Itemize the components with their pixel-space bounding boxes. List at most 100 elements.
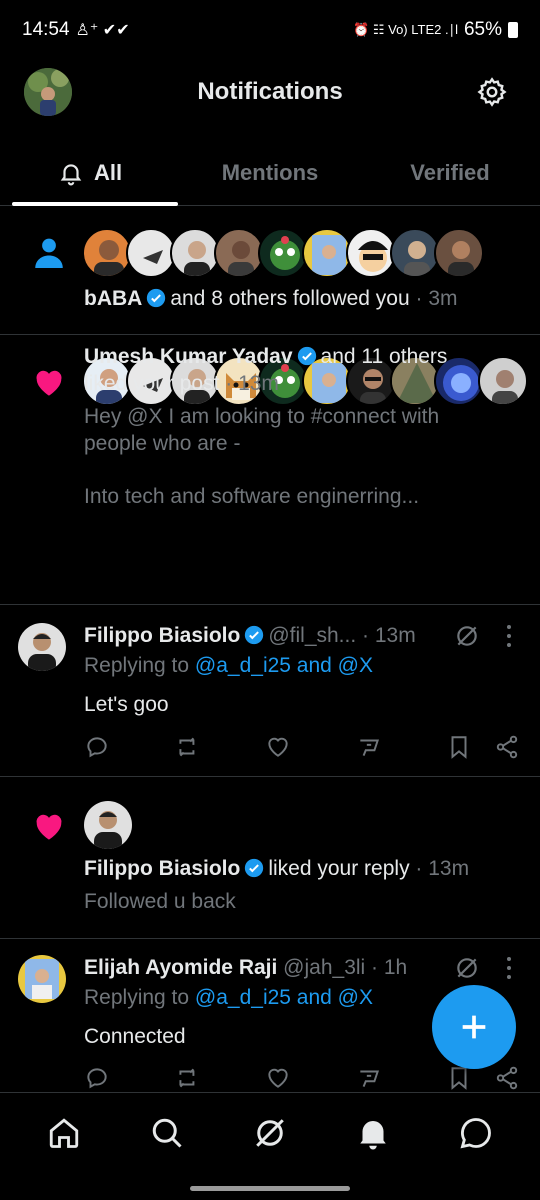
notifications-feed[interactable]: bABA and 8 others followed you · 3m Umesh…	[0, 206, 540, 1092]
grok-icon[interactable]	[454, 955, 480, 981]
replying-to-users[interactable]: @a_d_i25 and @X	[195, 654, 373, 677]
reply-author-handle: @jah_3li	[283, 956, 366, 979]
avatar[interactable]	[390, 228, 440, 278]
like-post-text: Umesh Kumar Yadav and 11 others liked you…	[84, 343, 524, 397]
verified-badge-icon	[297, 346, 316, 366]
avatar[interactable]	[346, 228, 396, 278]
like-reply-time: · 13m	[415, 857, 470, 880]
heart-icon	[36, 814, 62, 840]
replying-to: Replying to @a_d_i25 and @X	[84, 984, 373, 1011]
share-icon[interactable]	[494, 1065, 520, 1091]
like-post-rest2: liked your post	[84, 372, 220, 395]
view-icon[interactable]	[356, 1065, 382, 1091]
like-post-rest1: and 11 others	[320, 345, 448, 368]
liker-avatar[interactable]	[84, 801, 132, 849]
reply-author-name[interactable]: Elijah Ayomide Raji	[84, 956, 277, 979]
status-bar: 14:54 ♙⁺ ✔✔ ⏰ ☷ Vo) LTE2 .∣l 65%	[0, 0, 540, 60]
avatar[interactable]	[82, 228, 132, 278]
follower-avatars	[82, 228, 484, 278]
follow-text: bABA and 8 others followed you · 3m	[84, 285, 524, 312]
grok-icon[interactable]	[252, 1115, 288, 1151]
compose-plus-icon	[462, 1015, 486, 1039]
replying-to-prefix: Replying to	[84, 654, 190, 677]
reply-author-avatar[interactable]	[18, 623, 66, 671]
person-icon	[35, 238, 63, 268]
bookmark-icon[interactable]	[446, 734, 472, 760]
reply-icon[interactable]	[84, 734, 110, 760]
like-reply-notification[interactable]: Filippo Biasiolo liked your reply · 13m F…	[0, 777, 540, 939]
reply-author-avatar[interactable]	[18, 955, 66, 1003]
reply-notification[interactable]: Filippo Biasiolo @fil_sh... · 13m Replyin…	[0, 605, 540, 777]
liked-reply-preview[interactable]: Followed u back	[84, 888, 236, 915]
page-title: Notifications	[197, 78, 343, 105]
reply-header: Filippo Biasiolo @fil_sh... · 13m	[84, 622, 416, 649]
more-icon[interactable]	[506, 957, 512, 979]
view-icon[interactable]	[356, 734, 382, 760]
follow-time: · 3m	[415, 287, 458, 310]
retweet-icon[interactable]	[175, 1065, 201, 1091]
tab-all-label: All	[93, 159, 123, 185]
battery-icon	[508, 22, 518, 38]
header: Notifications	[0, 60, 540, 124]
avatar[interactable]	[434, 228, 484, 278]
bookmark-icon[interactable]	[446, 1065, 472, 1091]
grok-icon[interactable]	[454, 623, 480, 649]
avatar[interactable]	[170, 228, 220, 278]
avatar[interactable]	[126, 228, 176, 278]
compose-button[interactable]	[432, 985, 516, 1069]
like-post-time: · 13m	[225, 372, 279, 395]
reply-author-name[interactable]: Filippo Biasiolo	[84, 624, 240, 647]
nav-icons	[0, 1115, 540, 1151]
bottom-navigation	[0, 1092, 540, 1200]
retweet-icon[interactable]	[175, 734, 201, 760]
tab-mentions[interactable]: Mentions	[180, 140, 360, 205]
status-time: 14:54	[22, 19, 70, 40]
like-icon[interactable]	[265, 734, 291, 760]
reply-text: Connected	[84, 1025, 186, 1048]
reply-author-handle: @fil_sh...	[268, 624, 357, 647]
avatar[interactable]	[214, 228, 264, 278]
follow-rest: and 8 others followed you	[170, 287, 410, 310]
status-right: ⏰ ☷ Vo) LTE2 .∣l 65%	[353, 19, 518, 41]
avatar[interactable]	[258, 228, 308, 278]
like-icon[interactable]	[265, 1065, 291, 1091]
liker-name[interactable]: Filippo Biasiolo	[84, 857, 240, 880]
messages-icon[interactable]	[458, 1115, 494, 1151]
liked-post-preview[interactable]: Hey @X I am looking to #connect with peo…	[84, 403, 524, 510]
replying-to-prefix: Replying to	[84, 986, 190, 1009]
post-line-3: Into tech and software enginerring...	[84, 485, 420, 508]
bell-icon	[60, 163, 82, 185]
home-icon[interactable]	[46, 1115, 82, 1151]
tab-mentions-label: Mentions	[221, 159, 319, 185]
status-left-icons: ♙⁺ ✔✔	[75, 22, 130, 39]
reply-text: Let's goo	[84, 693, 169, 716]
settings-button[interactable]	[476, 76, 508, 108]
like-post-notification[interactable]: Umesh Kumar Yadav and 11 others liked you…	[0, 335, 540, 605]
post-line-1: Hey @X I am looking to #connect with	[84, 405, 440, 428]
system-home-indicator[interactable]	[190, 1186, 350, 1191]
heart-icon	[36, 370, 62, 396]
liker-name[interactable]: Umesh Kumar Yadav	[84, 345, 293, 368]
verified-badge-icon	[245, 625, 264, 645]
verified-badge-icon	[147, 288, 166, 308]
share-icon[interactable]	[494, 734, 520, 760]
post-line-2: people who are -	[84, 432, 241, 455]
notifications-bell-icon[interactable]	[355, 1115, 391, 1151]
more-icon[interactable]	[506, 625, 512, 647]
reply-time: · 1h	[371, 956, 408, 979]
follow-notification[interactable]: bABA and 8 others followed you · 3m	[0, 206, 540, 335]
reply-actions	[84, 1063, 520, 1092]
tab-all[interactable]: All	[0, 140, 180, 206]
tab-verified[interactable]: Verified	[360, 140, 540, 205]
search-icon[interactable]	[149, 1115, 185, 1151]
follower-name[interactable]: bABA	[84, 287, 142, 310]
status-signal-icons: ⏰ ☷ Vo) LTE2 .∣l	[353, 22, 458, 37]
battery-percent: 65%	[463, 19, 502, 40]
tab-verified-label: Verified	[410, 159, 490, 185]
replying-to: Replying to @a_d_i25 and @X	[84, 652, 373, 679]
avatar[interactable]	[302, 228, 352, 278]
status-left: 14:54 ♙⁺ ✔✔	[22, 19, 130, 41]
like-reply-text: Filippo Biasiolo liked your reply · 13m	[84, 855, 469, 882]
reply-icon[interactable]	[84, 1065, 110, 1091]
replying-to-users[interactable]: @a_d_i25 and @X	[195, 986, 373, 1009]
